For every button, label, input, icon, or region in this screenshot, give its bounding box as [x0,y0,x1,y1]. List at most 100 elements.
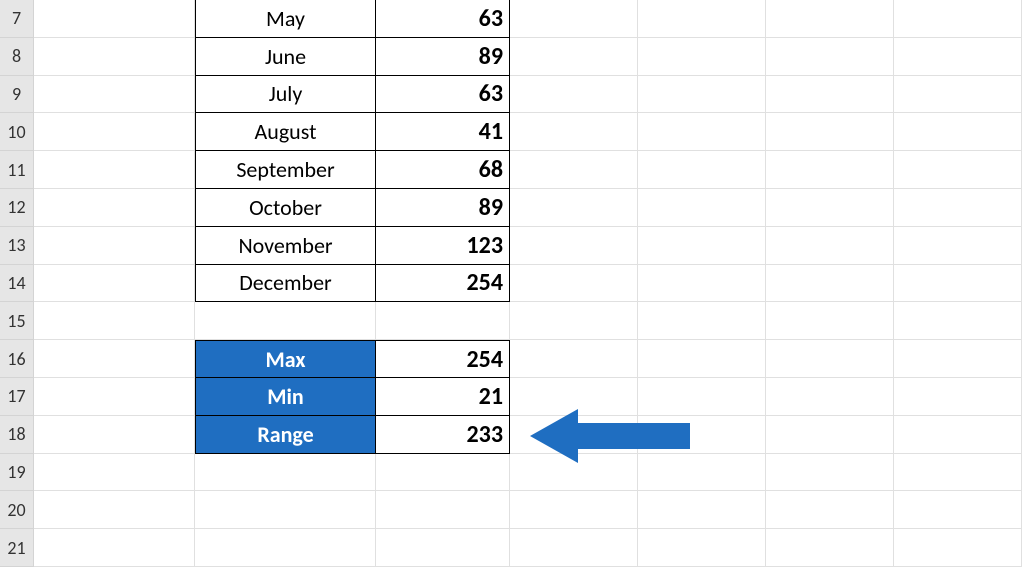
cell-value[interactable]: 63 [376,76,510,114]
cell-empty[interactable] [894,38,1022,76]
cell-empty[interactable] [766,529,894,567]
stats-label-max[interactable]: Max [195,340,376,378]
cell-empty[interactable] [766,491,894,529]
cell-empty[interactable] [34,529,195,567]
cell-empty[interactable] [894,265,1022,303]
row-header[interactable]: 11 [0,151,34,189]
cell-empty[interactable] [638,113,766,151]
cell-empty[interactable] [766,113,894,151]
cell-value[interactable]: 89 [376,38,510,76]
cell-empty[interactable] [638,529,766,567]
cell-empty[interactable] [34,340,195,378]
row-header[interactable]: 17 [0,378,34,416]
stats-value-range[interactable]: 233 [376,416,510,454]
cell-empty[interactable] [894,378,1022,416]
cell-month[interactable]: September [195,151,376,189]
cell-empty[interactable] [638,227,766,265]
cell-empty[interactable] [195,302,376,340]
cell-empty[interactable] [510,113,638,151]
cell-empty[interactable] [766,340,894,378]
cell-month[interactable]: June [195,38,376,76]
cell-empty[interactable] [638,0,766,38]
cell-empty[interactable] [766,0,894,38]
cell-empty[interactable] [894,113,1022,151]
cell-value[interactable]: 123 [376,227,510,265]
stats-value-max[interactable]: 254 [376,340,510,378]
row-header[interactable]: 21 [0,529,34,567]
cell-empty[interactable] [894,454,1022,492]
cell-empty[interactable] [510,227,638,265]
cell-empty[interactable] [510,189,638,227]
cell-empty[interactable] [766,302,894,340]
cell-empty[interactable] [638,491,766,529]
row-header[interactable]: 12 [0,189,34,227]
stats-value-min[interactable]: 21 [376,378,510,416]
cell-empty[interactable] [34,416,195,454]
cell-empty[interactable] [34,265,195,303]
cell-empty[interactable] [638,416,766,454]
cell-empty[interactable] [638,38,766,76]
cell-month[interactable]: October [195,189,376,227]
stats-label-min[interactable]: Min [195,378,376,416]
cell-empty[interactable] [376,529,510,567]
stats-label-range[interactable]: Range [195,416,376,454]
cell-empty[interactable] [894,340,1022,378]
cell-empty[interactable] [766,189,894,227]
row-header[interactable]: 10 [0,113,34,151]
cell-empty[interactable] [638,340,766,378]
cell-empty[interactable] [34,378,195,416]
cell-empty[interactable] [510,38,638,76]
cell-empty[interactable] [195,491,376,529]
cell-empty[interactable] [34,302,195,340]
cell-empty[interactable] [766,265,894,303]
row-header[interactable]: 15 [0,302,34,340]
cell-empty[interactable] [638,302,766,340]
cell-empty[interactable] [34,76,195,114]
cell-empty[interactable] [510,529,638,567]
cell-value[interactable]: 63 [376,0,510,38]
cell-empty[interactable] [766,151,894,189]
row-header[interactable]: 13 [0,227,34,265]
cell-value[interactable]: 41 [376,113,510,151]
cell-value[interactable]: 68 [376,151,510,189]
row-header[interactable]: 20 [0,491,34,529]
cell-empty[interactable] [510,416,638,454]
cell-value[interactable]: 254 [376,265,510,303]
cell-empty[interactable] [34,189,195,227]
cell-empty[interactable] [894,416,1022,454]
cell-empty[interactable] [510,0,638,38]
cell-empty[interactable] [638,378,766,416]
row-header[interactable]: 16 [0,340,34,378]
cell-empty[interactable] [766,378,894,416]
cell-empty[interactable] [894,76,1022,114]
cell-month[interactable]: December [195,265,376,303]
cell-month[interactable]: July [195,76,376,114]
cell-empty[interactable] [510,454,638,492]
row-header[interactable]: 9 [0,76,34,114]
cell-empty[interactable] [34,0,195,38]
cell-empty[interactable] [894,0,1022,38]
cell-empty[interactable] [894,151,1022,189]
cell-empty[interactable] [34,113,195,151]
cell-value[interactable]: 89 [376,189,510,227]
cell-month[interactable]: May [195,0,376,38]
cell-empty[interactable] [510,378,638,416]
cell-month[interactable]: November [195,227,376,265]
cell-empty[interactable] [766,227,894,265]
cell-empty[interactable] [376,454,510,492]
cell-empty[interactable] [195,454,376,492]
cell-empty[interactable] [638,265,766,303]
cell-empty[interactable] [34,227,195,265]
cell-empty[interactable] [195,529,376,567]
cell-empty[interactable] [510,340,638,378]
cell-empty[interactable] [638,189,766,227]
cell-empty[interactable] [376,491,510,529]
cell-empty[interactable] [34,38,195,76]
row-header[interactable]: 8 [0,38,34,76]
cell-empty[interactable] [894,302,1022,340]
cell-empty[interactable] [34,491,195,529]
row-header[interactable]: 14 [0,265,34,303]
cell-empty[interactable] [894,227,1022,265]
cell-empty[interactable] [894,189,1022,227]
cell-empty[interactable] [34,454,195,492]
